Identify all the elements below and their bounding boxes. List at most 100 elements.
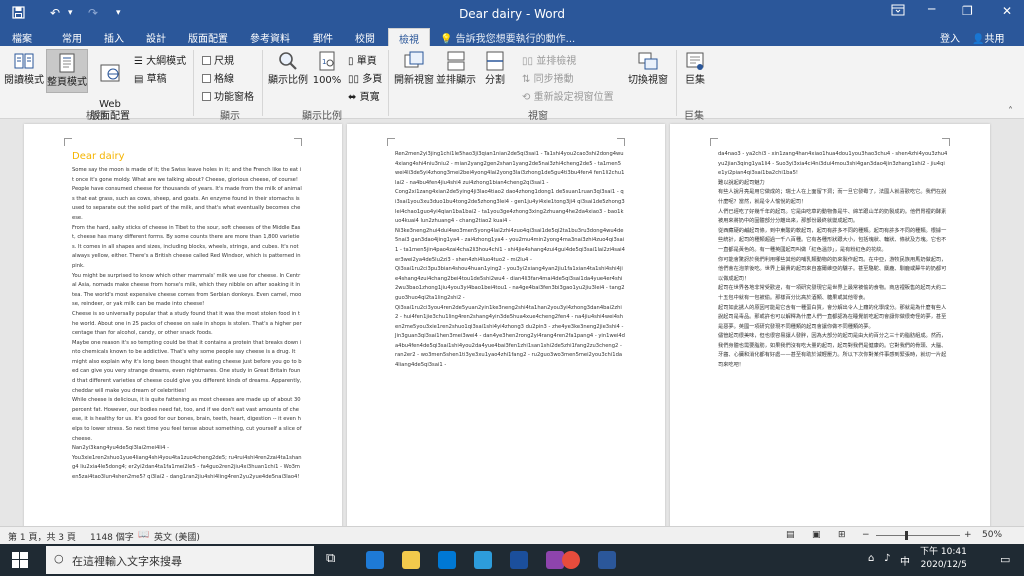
app-icon[interactable]	[474, 551, 492, 569]
nav-pane-checkbox[interactable]: 功能窗格	[202, 88, 254, 103]
word-count[interactable]: 1148 個字	[90, 530, 134, 543]
tab-mailings[interactable]: 郵件	[313, 30, 333, 45]
page-body: Dear dairy Some say the moon is made of …	[72, 150, 302, 483]
sync-scroll-button[interactable]: ⇅ 同步捲動	[522, 70, 574, 85]
tab-view[interactable]: 檢視	[388, 28, 430, 46]
side-by-side-label: 並排檢視	[536, 56, 577, 67]
gridlines-checkbox[interactable]: 格線	[202, 70, 234, 85]
web-page-icon	[100, 64, 120, 82]
draft-button[interactable]: ▤ 草稿	[134, 70, 167, 85]
switch-windows-button[interactable]: 切換視窗	[624, 50, 672, 87]
read-mode-button[interactable]: 閱讀模式	[4, 50, 44, 87]
zoom-100-button[interactable]: 1 100%	[310, 50, 344, 87]
paragraph: Nan2yi3kang4yu4de5qi3lai2mei4li4 -	[72, 445, 169, 452]
tab-file[interactable]: 檔案	[12, 30, 32, 45]
new-window-button[interactable]: 開新視窗	[394, 50, 434, 87]
tab-home[interactable]: 常用	[62, 30, 82, 45]
magnifier-icon	[279, 52, 297, 70]
proofing-icon[interactable]: 📖	[138, 530, 149, 540]
paragraph: 儘管起司很美味，但也很容易讓人發胖，因為大部分的起司是由大約百分之三十的脂肪組成…	[718, 333, 947, 369]
tab-review[interactable]: 校閱	[355, 30, 375, 45]
one-page-icon: ▯	[348, 56, 354, 67]
tab-references[interactable]: 參考資料	[250, 30, 290, 45]
close-icon[interactable]: ✕	[1002, 4, 1012, 18]
read-mode-view-icon[interactable]: ▤	[786, 530, 795, 540]
volume-icon[interactable]: ♪	[884, 553, 890, 564]
split-button[interactable]: 分割	[478, 50, 512, 87]
arrange-icon	[447, 51, 465, 71]
page-count[interactable]: 第 1 頁，共 3 頁	[8, 530, 76, 543]
zoom-in-icon[interactable]: +	[964, 530, 972, 540]
switch-windows-icon	[638, 52, 658, 70]
reset-position-button[interactable]: ⟲ 重新設定視窗位置	[522, 88, 614, 103]
windows-start-icon[interactable]	[12, 552, 28, 572]
ruler-checkbox[interactable]: 尺規	[202, 52, 234, 67]
task-view-icon[interactable]: ⧉	[326, 551, 344, 569]
edge-icon[interactable]	[366, 551, 384, 569]
chrome-icon[interactable]	[562, 551, 580, 569]
photoshop-icon[interactable]	[510, 551, 528, 569]
arrange-all-label: 並排顯示	[436, 75, 476, 86]
taskbar-search-box[interactable]: ○ 在這裡輸入文字來搜尋	[46, 546, 314, 574]
status-bar: 第 1 頁，共 3 頁 1148 個字 📖 英文 (美國) ▤ ▣ ⊞ − + …	[0, 526, 1024, 544]
ime-icon[interactable]: 中	[900, 553, 910, 568]
language[interactable]: 英文 (美國)	[154, 530, 200, 543]
document-area[interactable]: Dear dairy Some say the moon is made of …	[0, 120, 1024, 526]
collapse-ribbon-icon[interactable]: ˄	[1008, 106, 1013, 117]
zoom-slider-thumb[interactable]	[905, 531, 908, 540]
print-layout-button[interactable]: 整頁模式	[46, 49, 88, 93]
word-icon[interactable]	[598, 551, 616, 569]
draft-icon: ▤	[134, 74, 144, 85]
separator	[262, 50, 263, 116]
zoom-level[interactable]: 50%	[982, 530, 1002, 540]
minimize-icon[interactable]: ─	[928, 2, 935, 16]
share-button[interactable]: 👤共用	[972, 30, 1004, 45]
side-by-side-button[interactable]: ▯▯ 並排檢視	[522, 52, 576, 67]
page-2: Ren2men2yi3jing1chi1le5hao3ji3qian1nian2…	[347, 124, 665, 526]
page-width-button[interactable]: ⬌ 頁寬	[348, 88, 380, 103]
ribbon-display-options-icon[interactable]	[891, 4, 905, 19]
clock[interactable]: 下午 10:41 2020/12/5	[920, 546, 967, 572]
one-page-button[interactable]: ▯ 單頁	[348, 52, 377, 67]
page-icon	[59, 53, 75, 73]
macros-label: 巨集	[685, 75, 705, 86]
paragraph: Ren2men2yi3jing1chi1le5hao3ji3qian1nian2…	[395, 151, 625, 186]
title-bar: ↶ ▾ ↷ ▾ Dear dairy - Word ─ ❐ ✕	[0, 0, 1024, 27]
separator	[388, 50, 389, 116]
restore-icon[interactable]: ❐	[962, 4, 973, 18]
paragraph: Some say the moon is made of it; the Swi…	[72, 167, 302, 183]
sign-in-link[interactable]: 登入	[940, 30, 960, 45]
search-icon: ○	[54, 552, 64, 565]
zoom-slider[interactable]	[876, 535, 960, 536]
print-layout-view-icon[interactable]: ▣	[812, 530, 821, 540]
outline-label: 大綱模式	[146, 56, 187, 67]
notification-icon[interactable]: ▭	[1000, 553, 1010, 566]
tab-layout[interactable]: 版面配置	[188, 30, 228, 45]
paragraph: da4nao3 - ya2chi3 - xin1zang4han4xiao1hu…	[718, 151, 948, 177]
tell-me-search[interactable]: 💡 告訴我您想要執行的動作...	[440, 30, 575, 45]
tab-insert[interactable]: 插入	[104, 30, 124, 45]
tab-design[interactable]: 設計	[146, 30, 166, 45]
share-label: 共用	[984, 34, 1005, 45]
outline-icon: ☰	[134, 56, 143, 67]
new-window-icon	[404, 51, 424, 68]
person-icon: 👤	[972, 34, 985, 45]
page-body: Ren2men2yi3jing1chi1le5hao3ji3qian1nian2…	[395, 150, 625, 371]
outline-button[interactable]: ☰ 大綱模式	[134, 52, 186, 67]
web-layout-view-icon[interactable]: ⊞	[838, 530, 846, 540]
arrange-all-button[interactable]: 並排顯示	[436, 50, 476, 87]
zoom-out-icon[interactable]: −	[862, 530, 870, 540]
multi-page-button[interactable]: ▯▯ 多頁	[348, 70, 382, 85]
zoom-button[interactable]: 顯示比例	[268, 50, 308, 87]
separator	[193, 50, 194, 116]
split-icon	[486, 51, 504, 71]
network-icon[interactable]: ⌂	[868, 553, 874, 564]
lightbulb-icon: 💡	[440, 34, 453, 45]
macros-button[interactable]: 巨集	[680, 50, 710, 87]
file-explorer-icon[interactable]	[402, 551, 420, 569]
book-icon	[14, 53, 34, 69]
read-mode-label: 閱讀模式	[4, 75, 44, 86]
window-title: Dear dairy - Word	[459, 7, 565, 21]
paragraph: While cheese is delicious, it is quite f…	[72, 397, 302, 442]
store-icon[interactable]	[438, 551, 456, 569]
